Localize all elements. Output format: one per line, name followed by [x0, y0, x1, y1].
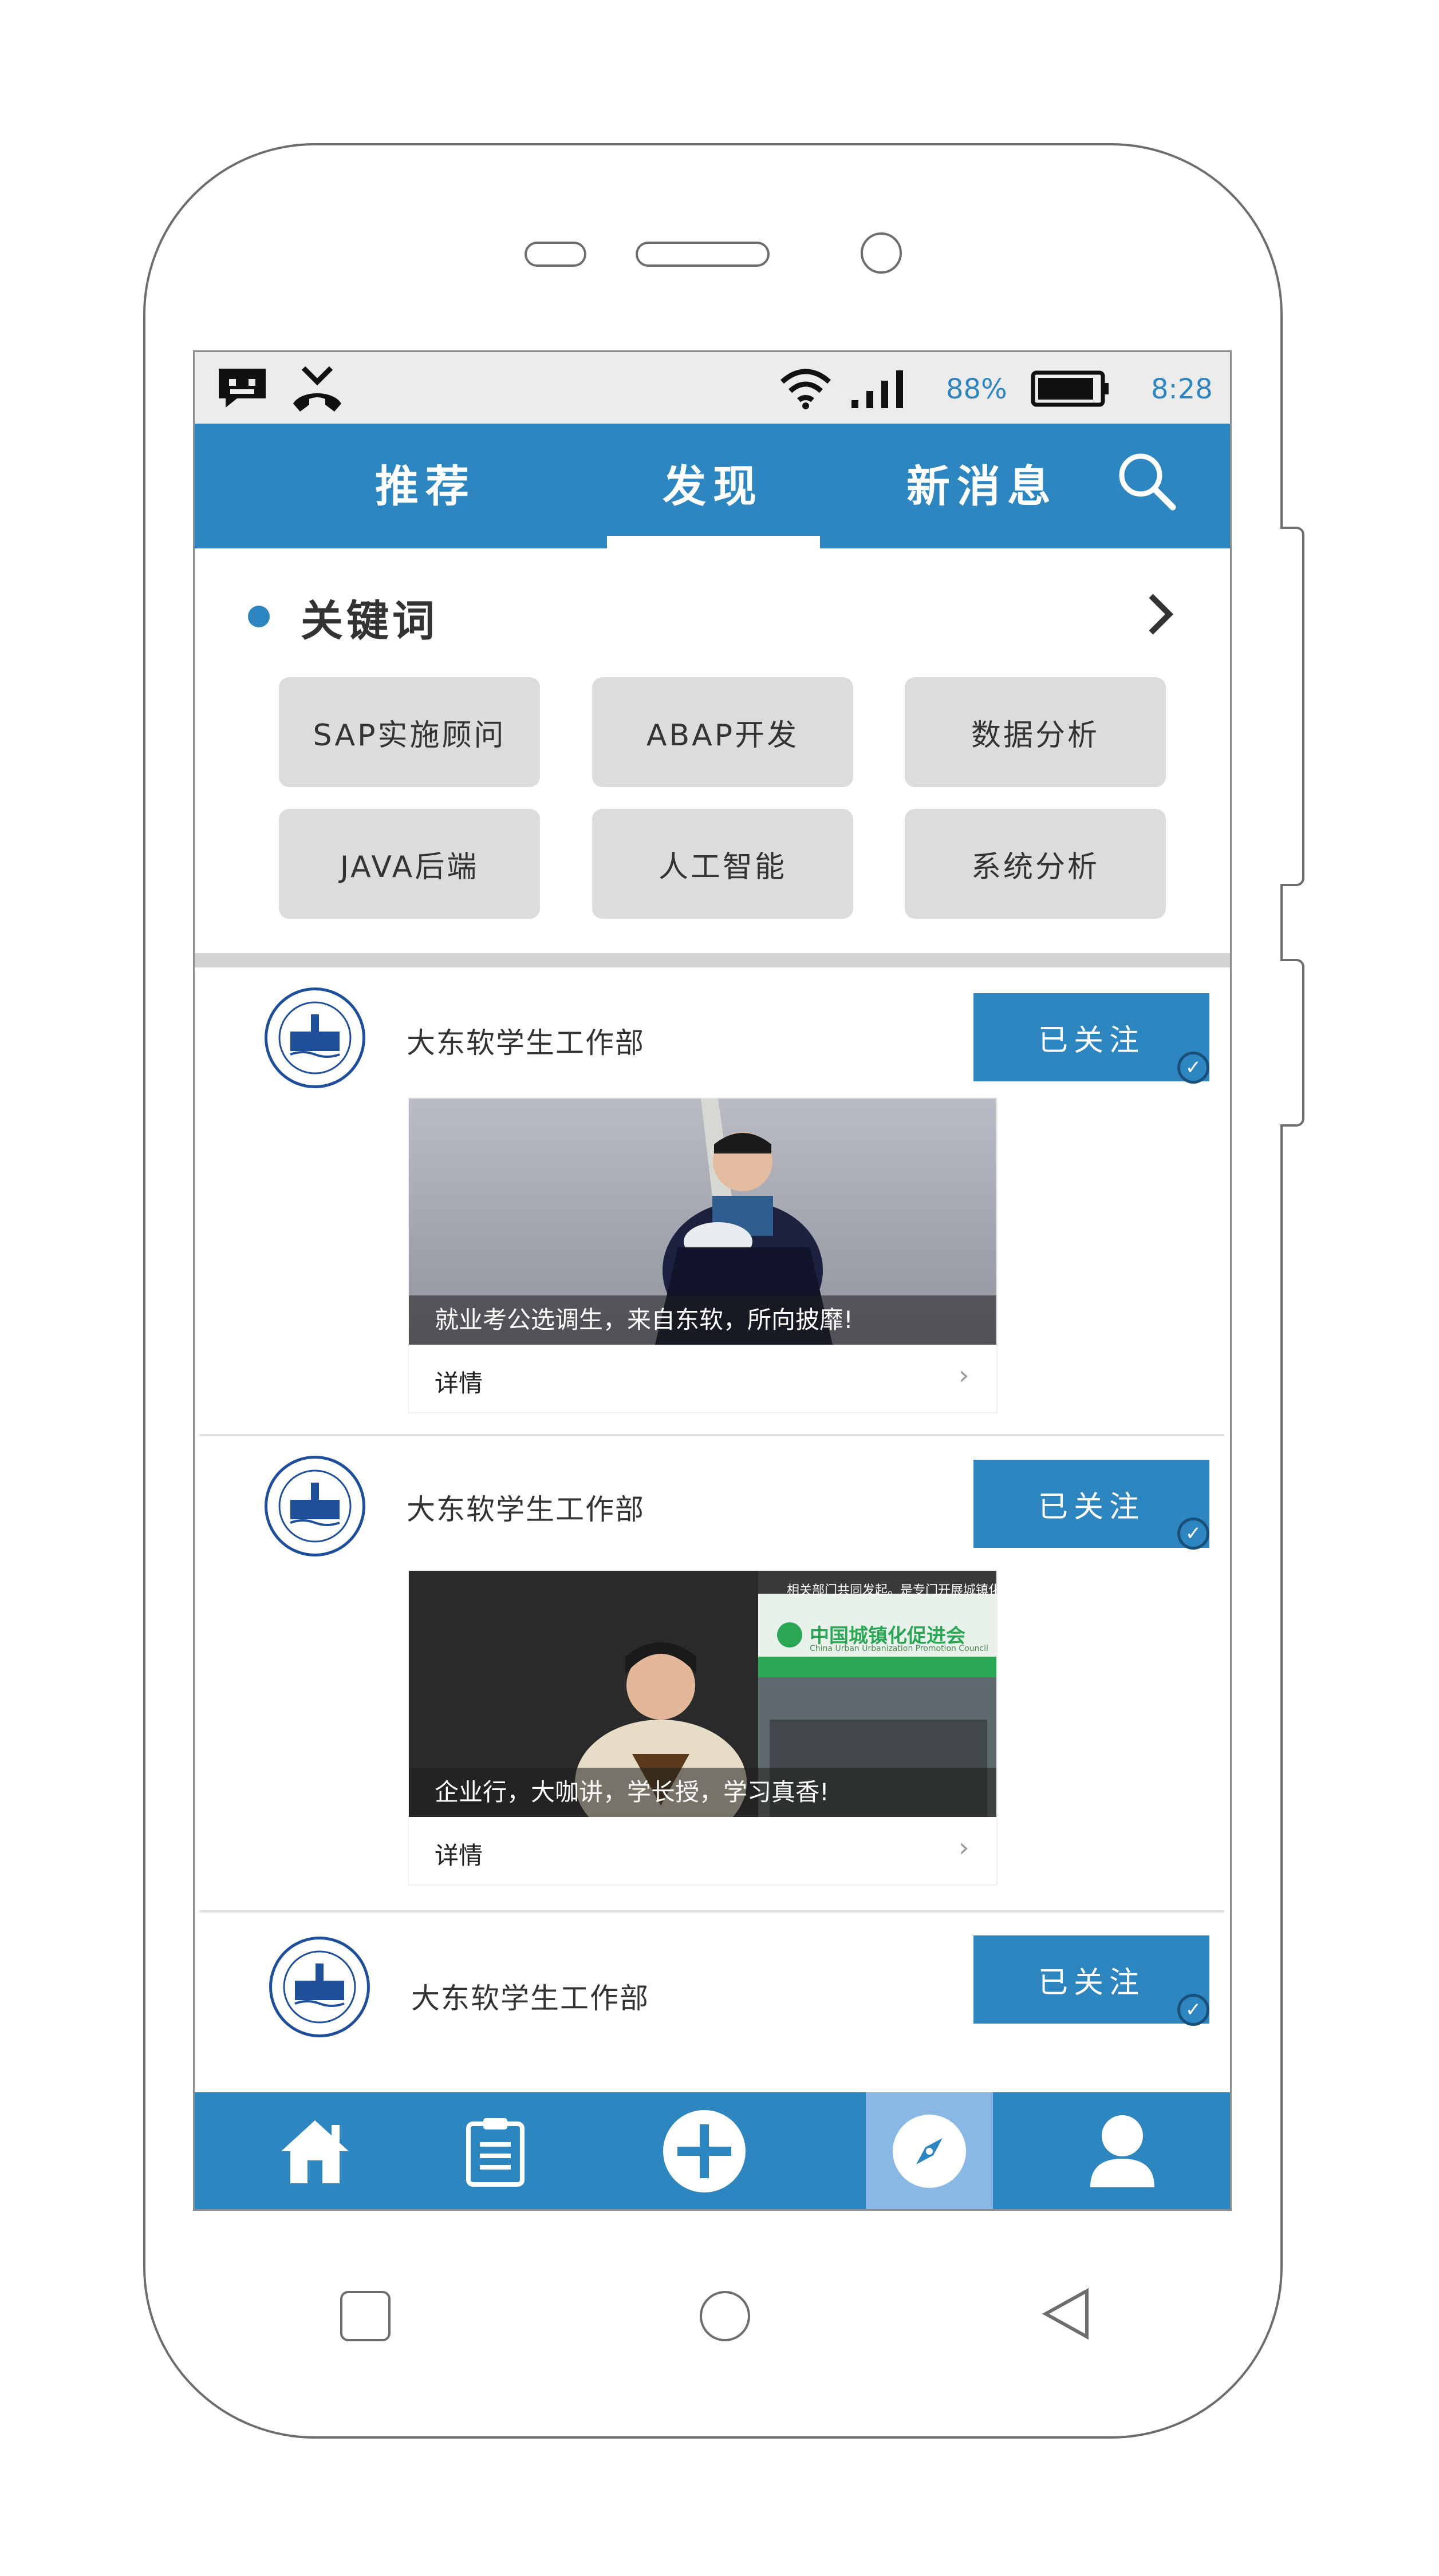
article-image[interactable]: 就业考公选调生，来自东软，所向披靡!	[409, 1099, 996, 1345]
article-caption: 就业考公选调生，来自东软，所向披靡!	[409, 1295, 996, 1345]
nav-profile[interactable]	[1036, 2092, 1208, 2209]
clipboard-icon	[464, 2116, 527, 2189]
follow-button[interactable]: 已关注	[973, 993, 1209, 1081]
tab-discover[interactable]: 发现	[627, 451, 799, 514]
search-icon[interactable]	[1117, 451, 1177, 514]
chevron-right-icon[interactable]: ›	[959, 1832, 969, 1863]
home-button[interactable]	[700, 2291, 750, 2341]
keyword-chip[interactable]: 人工智能	[592, 809, 853, 919]
org-name[interactable]: 大东软学生工作部	[411, 1976, 649, 2017]
add-icon	[661, 2108, 747, 2196]
chevron-right-icon[interactable]: ›	[959, 1360, 969, 1390]
image-banner-text: 相关部门共同发起。是专门开展城镇化研	[787, 1583, 996, 1598]
back-button[interactable]	[1041, 2287, 1093, 2342]
image-logo-subtext: China Urban Urbanization Promotion Counc…	[810, 1644, 988, 1653]
bottom-nav	[195, 2092, 1230, 2209]
keyword-chip[interactable]: 数据分析	[905, 677, 1166, 787]
org-logo[interactable]	[269, 1937, 370, 2037]
org-logo[interactable]	[265, 987, 365, 1088]
clock: 8:28	[1151, 373, 1213, 405]
tab-recommend[interactable]: 推荐	[340, 451, 511, 514]
battery-percent: 88%	[946, 373, 1007, 405]
follow-button[interactable]: 已关注	[973, 1935, 1209, 2024]
volume-button	[1280, 527, 1304, 886]
keyword-chip[interactable]: ABAP开发	[592, 677, 853, 787]
section-bullet	[248, 606, 270, 627]
active-tab-indicator	[607, 536, 820, 548]
tab-new-messages[interactable]: 新消息	[896, 451, 1068, 514]
article-caption: 企业行，大咖讲，学长授，学习真香!	[409, 1768, 996, 1817]
chevron-right-icon[interactable]	[1145, 591, 1175, 639]
missed-call-icon	[290, 362, 345, 416]
keyword-chip[interactable]: JAVA后端	[279, 809, 540, 919]
item-divider	[199, 1910, 1224, 1913]
battery-icon	[1031, 370, 1111, 409]
compass-icon	[891, 2113, 968, 2192]
check-icon: ✓	[1177, 1052, 1209, 1084]
nav-discover[interactable]	[866, 2092, 993, 2209]
wifi-icon	[780, 368, 831, 412]
home-icon	[278, 2117, 352, 2188]
detail-link[interactable]: 详情	[435, 1836, 483, 1871]
detail-link[interactable]: 详情	[435, 1364, 483, 1399]
check-icon: ✓	[1177, 1518, 1209, 1550]
nav-home[interactable]	[229, 2092, 401, 2209]
article-card[interactable]: 就业考公选调生，来自东软，所向披靡! 详情 ›	[408, 1097, 998, 1413]
check-icon: ✓	[1177, 1994, 1209, 2026]
nav-add[interactable]	[618, 2092, 790, 2209]
nav-tasks[interactable]	[421, 2092, 570, 2209]
keyword-chip[interactable]: SAP实施顾问	[279, 677, 540, 787]
org-logo[interactable]	[265, 1456, 365, 1556]
item-divider	[199, 1434, 1224, 1436]
signal-icon	[850, 368, 905, 412]
keywords-title: 关键词	[301, 596, 438, 646]
profile-icon	[1088, 2113, 1157, 2192]
section-divider	[195, 953, 1230, 967]
top-nav: 推荐 发现 新消息	[195, 424, 1230, 548]
org-name[interactable]: 大东软学生工作部	[407, 1020, 645, 1061]
front-camera	[861, 232, 902, 274]
keyword-chip[interactable]: 系统分析	[905, 809, 1166, 919]
article-card[interactable]: 相关部门共同发起。是专门开展城镇化研 中国城镇化促进会 China Urban …	[408, 1570, 998, 1886]
recents-button[interactable]	[340, 2291, 391, 2341]
org-name[interactable]: 大东软学生工作部	[407, 1487, 645, 1528]
message-icon	[216, 366, 268, 412]
follow-button[interactable]: 已关注	[973, 1460, 1209, 1548]
screen: 88% 8:28 推荐 发现 新消息 关键词 SAP实施顾问 ABAP开发 数据…	[193, 350, 1232, 2211]
article-image[interactable]: 相关部门共同发起。是专门开展城镇化研 中国城镇化促进会 China Urban …	[409, 1571, 996, 1817]
power-button	[1280, 959, 1304, 1127]
earpiece-speaker	[636, 242, 770, 267]
proximity-sensor	[525, 242, 586, 267]
status-bar: 88% 8:28	[195, 352, 1230, 424]
